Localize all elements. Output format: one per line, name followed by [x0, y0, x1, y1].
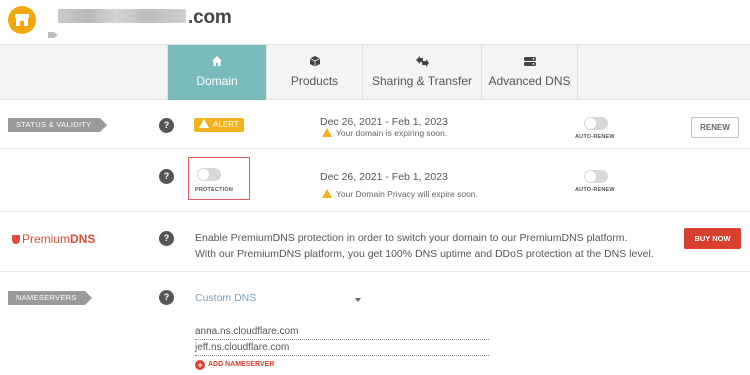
home-icon: [168, 55, 266, 69]
tag-icon[interactable]: [48, 31, 58, 39]
tab-bar: Domain Products Sharing & Transfer Advan…: [0, 44, 750, 100]
help-icon[interactable]: ?: [159, 290, 174, 305]
auto-renew-toggle[interactable]: [584, 117, 608, 130]
section-label-status: STATUS & VALIDITY: [8, 118, 107, 132]
store-icon: [8, 6, 36, 34]
add-nameserver-button[interactable]: + ADD NAMESERVER: [195, 360, 274, 370]
tab-advanced-dns[interactable]: Advanced DNS: [482, 45, 578, 100]
premium-description-line1: Enable PremiumDNS protection in order to…: [195, 232, 628, 244]
premium-description-line2: With our PremiumDNS platform, you get 10…: [195, 248, 654, 260]
nameserver-input-2[interactable]: jeff.ns.cloudflare.com: [195, 342, 489, 356]
warning-icon: [199, 119, 209, 128]
plus-icon: +: [195, 360, 205, 370]
alert-badge: ALERT: [194, 118, 244, 132]
row-divider: [0, 211, 750, 212]
expiration-note: Your domain is expiring soon.: [322, 128, 447, 138]
box-icon: [267, 55, 362, 69]
privacy-date-range: Dec 26, 2021 - Feb 1, 2023: [320, 171, 448, 183]
help-icon[interactable]: ?: [159, 231, 174, 246]
privacy-auto-renew-toggle[interactable]: [584, 170, 608, 183]
nameserver-input-1[interactable]: anna.ns.cloudflare.com: [195, 326, 489, 340]
expiration-date-range: Dec 26, 2021 - Feb 1, 2023: [320, 116, 448, 128]
header: .com: [0, 0, 750, 44]
tab-products[interactable]: Products: [267, 45, 363, 100]
transfer-icon: [363, 55, 481, 69]
redacted-domain: [58, 9, 186, 23]
dns-type-select[interactable]: Custom DNS: [195, 292, 360, 306]
tab-label: Products: [290, 74, 339, 88]
domain-name: .com: [58, 7, 232, 29]
tab-label: Advanced DNS: [488, 74, 571, 88]
tab-sharing-transfer[interactable]: Sharing & Transfer: [363, 45, 482, 100]
server-icon: [482, 55, 577, 69]
warning-icon: [322, 128, 332, 137]
tab-domain[interactable]: Domain: [167, 45, 267, 100]
section-label-nameservers: NAMESERVERS: [8, 291, 92, 305]
help-icon[interactable]: ?: [159, 169, 174, 184]
help-icon[interactable]: ?: [159, 118, 174, 133]
tab-label: Domain: [196, 74, 238, 88]
shield-icon: [12, 235, 20, 244]
buy-now-button[interactable]: BUY NOW: [684, 228, 741, 249]
protection-toggle[interactable]: [197, 168, 221, 181]
protection-label: PROTECTION: [195, 187, 234, 193]
auto-renew-label: AUTO-RENEW: [575, 134, 615, 140]
privacy-note: Your Domain Privacy will expire soon.: [322, 189, 478, 199]
row-divider: [0, 148, 750, 149]
auto-renew-label: AUTO-RENEW: [575, 187, 615, 193]
renew-button[interactable]: RENEW: [691, 117, 739, 138]
warning-icon: [322, 189, 332, 198]
premiumdns-logo: PremiumDNS: [12, 232, 95, 246]
tab-label: Sharing & Transfer: [371, 74, 473, 88]
row-divider: [0, 271, 750, 272]
chevron-down-icon[interactable]: [355, 298, 361, 302]
